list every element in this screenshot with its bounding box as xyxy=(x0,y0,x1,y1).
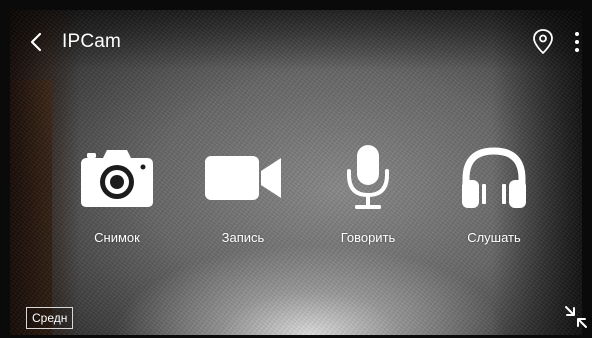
back-button[interactable] xyxy=(26,30,48,54)
listen-button[interactable]: Слушать xyxy=(434,140,554,250)
record-label: Запись xyxy=(221,230,265,245)
snapshot-button[interactable]: Снимок xyxy=(57,140,177,250)
page-title: IPCam xyxy=(62,31,122,52)
talk-button[interactable]: Говорить xyxy=(308,140,428,250)
headphones-icon xyxy=(462,147,526,208)
microphone-icon xyxy=(347,145,389,209)
chevron-left-icon xyxy=(30,32,42,52)
location-button[interactable] xyxy=(532,28,554,56)
listen-label: Слушать xyxy=(467,230,521,245)
ipcam-viewer: IPCam Снимок Запись Говорить Слушать Сре… xyxy=(0,0,592,338)
talk-label: Говорить xyxy=(340,230,396,245)
top-bar: IPCam xyxy=(10,10,582,72)
map-pin-icon xyxy=(533,29,553,54)
camera-icon xyxy=(81,150,153,207)
snapshot-label: Снимок xyxy=(94,230,140,245)
record-button[interactable]: Запись xyxy=(183,140,303,250)
exit-fullscreen-button[interactable] xyxy=(563,304,589,330)
exit-fullscreen-icon xyxy=(565,306,587,328)
more-menu-button[interactable] xyxy=(570,28,584,56)
stream-quality-button[interactable]: Средн xyxy=(26,307,74,329)
video-camera-icon xyxy=(205,156,281,200)
